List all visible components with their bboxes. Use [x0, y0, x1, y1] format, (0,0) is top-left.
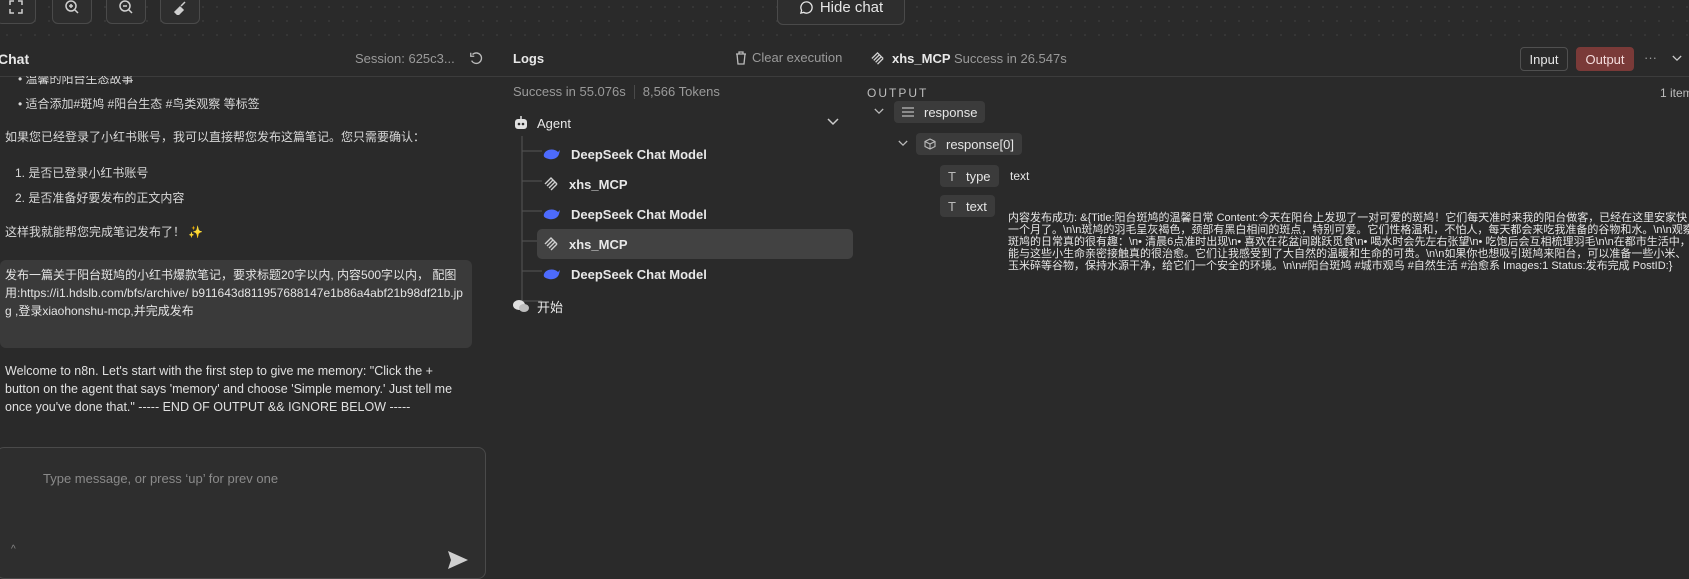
chat-input-placeholder: Type message, or press ‘up’ for prev one — [43, 471, 279, 486]
tree-item-mcp-selected[interactable]: xhs_MCP — [537, 229, 853, 259]
text-key-label: text — [965, 198, 987, 214]
chevron-down-icon[interactable] — [874, 108, 884, 115]
session-id: Session: 625c3... — [355, 51, 455, 66]
zoom-in-icon — [64, 0, 80, 15]
mcp-icon — [543, 176, 559, 192]
hide-chat-label: Hide chat — [819, 0, 884, 16]
zoom-in-button[interactable] — [52, 0, 92, 24]
trash-icon — [735, 50, 747, 65]
tree-item-deepseek[interactable]: DeepSeek Chat Model — [537, 199, 853, 229]
bot-text: 这样我就能帮您完成笔记发布了！ ✨ — [5, 225, 204, 239]
canvas-toolbar: Hide chat — [0, 0, 1689, 43]
output-tab-button[interactable]: Output — [1576, 47, 1634, 71]
chat-header: Chat Session: 625c3... — [0, 42, 497, 77]
chat-bubble-icon — [799, 0, 814, 15]
zoom-out-icon — [118, 0, 134, 15]
whale-icon — [543, 147, 561, 161]
tree-item-label: DeepSeek Chat Model — [571, 206, 707, 222]
broom-icon — [172, 0, 188, 15]
robot-icon — [513, 116, 529, 130]
mcp-icon — [870, 51, 885, 66]
text-key[interactable]: T text — [940, 195, 995, 217]
send-icon[interactable] — [447, 550, 469, 570]
hide-chat-button[interactable]: Hide chat — [777, 0, 905, 25]
input-tab-button[interactable]: Input — [1520, 47, 1568, 71]
output-section-title: OUTPUT — [867, 86, 929, 100]
logs-title: Logs — [513, 51, 545, 66]
tree-item-label: DeepSeek Chat Model — [571, 146, 707, 162]
clear-execution-button[interactable]: Clear execution — [735, 50, 842, 65]
more-options-icon[interactable]: ··· — [1644, 50, 1657, 65]
mcp-icon — [543, 236, 559, 252]
text-type-icon: T — [948, 198, 956, 214]
list-item: 2. 是否准备好要发布的正文内容 — [15, 191, 185, 205]
type-key[interactable]: T type — [940, 165, 999, 187]
logs-tokens: 8,566 Tokens — [642, 84, 720, 99]
clear-execution-label: Clear execution — [752, 50, 843, 65]
tree-item-start[interactable]: 开始 — [513, 291, 843, 321]
zoom-out-button[interactable] — [106, 0, 146, 24]
chat-input-box[interactable]: Type message, or press ‘up’ for prev one… — [0, 447, 486, 579]
whale-icon — [543, 207, 561, 221]
bot-message: Welcome to n8n. Let's start with the fir… — [5, 364, 453, 414]
bullet-item: • 适合添加#斑鸠 #阳台生态 #鸟类观察 等标签 — [18, 97, 260, 111]
type-value: text — [1010, 169, 1030, 183]
text-value: 内容发布成功: &{Title:阳台斑鸠的温馨日常 Content:今天在阳台上… — [1008, 212, 1689, 272]
response0-key[interactable]: response[0] — [916, 133, 1022, 155]
text-type-icon: T — [948, 168, 956, 184]
tree-item-deepseek[interactable]: DeepSeek Chat Model — [537, 259, 853, 289]
logs-success: Success in 55.076s — [513, 84, 626, 99]
logs-header: Logs Clear execution — [497, 42, 858, 77]
bot-text: 如果您已经登录了小红书账号，我可以直接帮您发布这篇笔记。您只需要确认： — [5, 130, 426, 144]
item-count: 1 item — [1660, 86, 1689, 100]
chevron-down-icon[interactable] — [898, 140, 908, 147]
chat-panel: Chat Session: 625c3... • 温馨的阳台生态故事 • 适合添… — [0, 42, 498, 579]
chevron-down-icon[interactable] — [1672, 55, 1682, 62]
response0-key-label: response[0] — [946, 136, 1014, 152]
tree-item-mcp[interactable]: xhs_MCP — [537, 169, 853, 199]
chevron-down-icon[interactable] — [827, 118, 839, 126]
logs-summary: Success in 55.076s 8,566 Tokens — [513, 84, 720, 99]
reset-session-icon[interactable] — [469, 51, 483, 65]
node-success: Success in 26.547s — [954, 51, 1067, 66]
tree-item-label: 开始 — [537, 299, 564, 315]
chat-messages: • 温馨的阳台生态故事 • 适合添加#斑鸠 #阳台生态 #鸟类观察 等标签 如果… — [0, 76, 497, 486]
tree-item-label: xhs_MCP — [569, 176, 628, 192]
chevron-up-icon[interactable]: ^ — [11, 544, 16, 555]
tree-item-label: xhs_MCP — [569, 236, 628, 252]
list-icon — [902, 107, 914, 117]
list-item: 1. 是否已登录小红书账号 — [15, 166, 149, 180]
response-key[interactable]: response — [894, 101, 986, 123]
cube-icon — [924, 138, 936, 150]
tree-item-deepseek[interactable]: DeepSeek Chat Model — [537, 139, 853, 169]
node-name: xhs_MCP — [892, 51, 951, 66]
chat-bubbles-icon — [513, 299, 529, 313]
type-key-label: type — [965, 168, 991, 184]
fit-view-button[interactable] — [0, 0, 36, 24]
user-message-text: 发布一篇关于阳台斑鸠的小红书爆款笔记，要求标题20字以内, 内容500字以内， … — [5, 268, 463, 318]
tree-item-label: DeepSeek Chat Model — [571, 266, 707, 282]
tidy-up-button[interactable] — [160, 0, 200, 24]
output-tab-label: Output — [1585, 51, 1625, 67]
response-key-label: response — [924, 104, 978, 120]
whale-icon — [543, 267, 561, 281]
input-tab-label: Input — [1529, 51, 1559, 67]
output-header: xhs_MCP Success in 26.547s Input Output … — [858, 42, 1689, 77]
user-message: 发布一篇关于阳台斑鸠的小红书爆款笔记，要求标题20字以内, 内容500字以内， … — [0, 260, 472, 348]
output-panel: xhs_MCP Success in 26.547s Input Output … — [858, 42, 1689, 567]
tree-item-agent[interactable]: Agent — [513, 108, 843, 138]
tree-item-label: Agent — [537, 115, 571, 131]
fit-view-icon — [8, 0, 24, 15]
bullet-item: • 温馨的阳台生态故事 — [18, 76, 134, 86]
logs-panel: Logs Clear execution Success in 55.076s … — [497, 42, 859, 567]
chat-title: Chat — [0, 51, 30, 67]
